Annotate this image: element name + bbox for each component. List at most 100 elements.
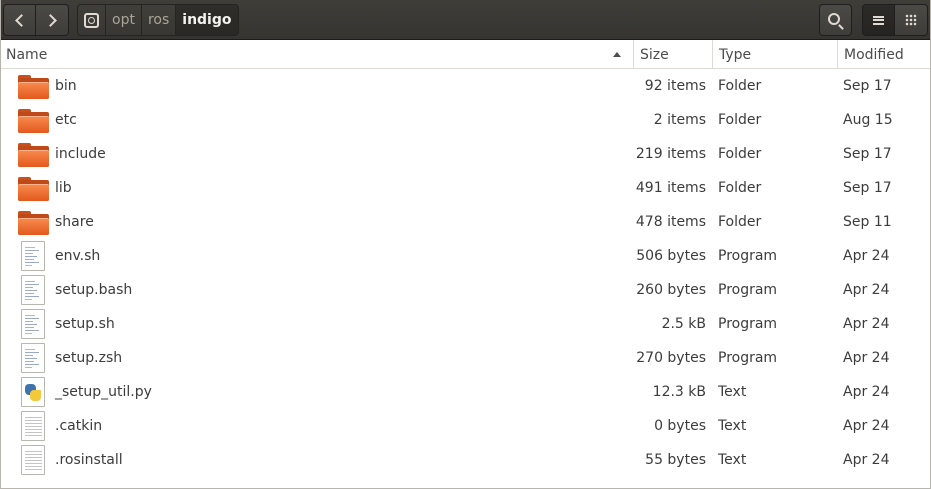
file-modified: Apr 24: [843, 316, 890, 332]
file-type: Folder: [718, 180, 762, 196]
file-type: Folder: [718, 78, 762, 94]
file-size: 478 items: [635, 214, 706, 230]
file-modified: Sep 17: [843, 78, 892, 94]
folder-icon: [18, 75, 49, 99]
file-row[interactable]: .rosinstall 55 bytes Text Apr 24: [0, 443, 931, 477]
search-icon: [828, 12, 840, 25]
file-row[interactable]: include 219 items Folder Sep 17: [0, 137, 931, 171]
file-type: Folder: [718, 112, 762, 128]
search-button[interactable]: [819, 4, 852, 36]
text-file-icon: [21, 445, 45, 475]
file-list: bin 92 items Folder Sep 17 etc 2 items Folder A…: [0, 69, 931, 477]
file-name: lib: [55, 180, 72, 196]
file-size: 270 bytes: [636, 350, 706, 366]
file-row[interactable]: share 478 items Folder Sep 11: [0, 205, 931, 239]
file-type: Program: [718, 248, 778, 264]
file-type: Folder: [718, 214, 762, 230]
file-modified: Sep 17: [843, 146, 892, 162]
column-header-name[interactable]: Name: [0, 40, 633, 69]
column-header-type[interactable]: Type: [712, 40, 837, 69]
file-icon-cell: [18, 341, 50, 375]
sort-ascending-icon: [613, 52, 621, 57]
file-name: setup.sh: [55, 316, 115, 332]
file-name: bin: [55, 78, 77, 94]
file-modified: Apr 24: [843, 282, 890, 298]
file-name: share: [55, 214, 94, 230]
file-icon-cell: [18, 409, 50, 443]
script-file-icon: [21, 275, 45, 305]
file-name: _setup_util.py: [55, 384, 152, 400]
column-header-modified-label: Modified: [844, 46, 904, 63]
file-name: .rosinstall: [55, 452, 123, 468]
file-size: 506 bytes: [636, 248, 706, 264]
file-size: 2 items: [653, 112, 706, 128]
file-modified: Aug 15: [843, 112, 893, 128]
file-type: Program: [718, 282, 778, 298]
file-type: Text: [718, 452, 747, 468]
folder-icon: [18, 211, 49, 235]
file-size: 2.5 kB: [661, 316, 706, 332]
script-file-icon: [21, 309, 45, 339]
file-name: etc: [55, 112, 77, 128]
file-size: 219 items: [635, 146, 706, 162]
column-header-size[interactable]: Size: [633, 40, 712, 69]
file-row[interactable]: setup.zsh 270 bytes Program Apr 24: [0, 341, 931, 375]
file-icon-cell: [18, 375, 50, 409]
back-button[interactable]: [3, 4, 36, 36]
path-crumb-current[interactable]: indigo: [176, 4, 239, 36]
file-icon-cell: [18, 273, 50, 307]
drive-icon: [84, 12, 99, 28]
script-file-icon: [21, 343, 45, 373]
file-size: 55 bytes: [645, 452, 706, 468]
list-view-button[interactable]: [862, 4, 895, 36]
file-size: 0 bytes: [654, 418, 706, 434]
file-modified: Apr 24: [843, 452, 890, 468]
file-name: .catkin: [55, 418, 103, 434]
chevron-right-icon: [43, 13, 57, 27]
python-file-icon: [21, 377, 45, 407]
file-row[interactable]: env.sh 506 bytes Program Apr 24: [0, 239, 931, 273]
file-icon-cell: [18, 239, 50, 273]
file-icon-cell: [18, 137, 50, 171]
file-icon-cell: [18, 307, 50, 341]
file-modified: Apr 24: [843, 248, 890, 264]
list-view-icon: [873, 15, 884, 25]
folder-icon: [18, 109, 49, 133]
column-header-type-label: Type: [719, 46, 752, 63]
file-type: Program: [718, 316, 778, 332]
grid-view-button[interactable]: [895, 4, 928, 36]
file-type: Folder: [718, 146, 762, 162]
file-type: Program: [718, 350, 778, 366]
path-crumb-opt[interactable]: opt: [106, 4, 142, 36]
path-bar: opt ros indigo: [77, 4, 239, 36]
file-name: setup.zsh: [55, 350, 123, 366]
text-file-icon: [21, 411, 45, 441]
column-headers: Name Size Type Modified: [0, 40, 931, 69]
file-modified: Sep 11: [843, 214, 892, 230]
file-size: 260 bytes: [636, 282, 706, 298]
file-row[interactable]: bin 92 items Folder Sep 17: [0, 69, 931, 103]
path-crumb-ros[interactable]: ros: [141, 4, 177, 36]
column-header-modified[interactable]: Modified: [837, 40, 931, 69]
file-row[interactable]: _setup_util.py 12.3 kB Text Apr 24: [0, 375, 931, 409]
file-name: env.sh: [55, 248, 101, 264]
script-file-icon: [21, 241, 45, 271]
file-row[interactable]: lib 491 items Folder Sep 17: [0, 171, 931, 205]
file-size: 92 items: [644, 78, 706, 94]
file-row[interactable]: .catkin 0 bytes Text Apr 24: [0, 409, 931, 443]
file-row[interactable]: setup.sh 2.5 kB Program Apr 24: [0, 307, 931, 341]
file-row[interactable]: etc 2 items Folder Aug 15: [0, 103, 931, 137]
file-modified: Apr 24: [843, 418, 890, 434]
folder-icon: [18, 143, 49, 167]
file-icon-cell: [18, 205, 50, 239]
file-icon-cell: [18, 443, 50, 477]
chevron-left-icon: [15, 13, 28, 27]
file-name: setup.bash: [55, 282, 133, 298]
file-icon-cell: [18, 69, 50, 103]
file-icon-cell: [18, 103, 50, 137]
forward-button[interactable]: [36, 4, 69, 36]
file-row[interactable]: setup.bash 260 bytes Program Apr 24: [0, 273, 931, 307]
file-size: 12.3 kB: [652, 384, 706, 400]
path-root-button[interactable]: [77, 4, 106, 36]
column-header-name-label: Name: [6, 46, 48, 63]
